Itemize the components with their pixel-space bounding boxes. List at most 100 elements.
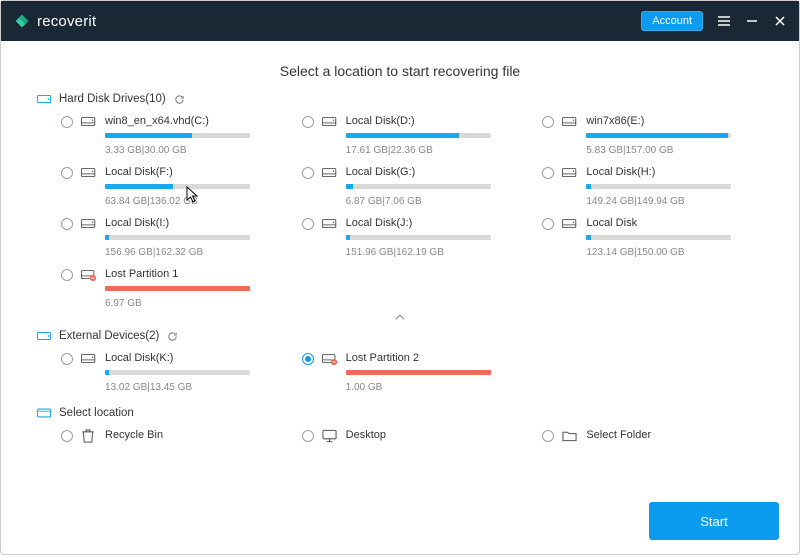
usage-bar (346, 370, 491, 375)
drive-item[interactable]: Local Disk(K:) 13.02 GB|13.45 GB (61, 352, 282, 393)
drive-item[interactable]: Local Disk(I:) 156.96 GB|162.32 GB (61, 217, 282, 258)
drive-radio[interactable] (61, 353, 73, 365)
drive-radio[interactable] (61, 218, 73, 230)
usage-bar (586, 133, 731, 138)
drive-item[interactable]: Local Disk(J:) 151.96 GB|162.19 GB (302, 217, 523, 258)
disk-icon (81, 166, 97, 180)
location-radio[interactable] (542, 430, 554, 442)
location-item[interactable]: Select Folder (542, 429, 763, 447)
disk-icon (81, 115, 97, 129)
app-logo: recoverit (13, 12, 96, 30)
drive-item[interactable]: Local Disk(D:) 17.61 GB|22.36 GB (302, 115, 523, 156)
drive-stats: 6.87 GB|7.06 GB (346, 196, 523, 207)
drive-name: Local Disk(J:) (346, 217, 523, 229)
drive-item[interactable]: win7x86(E:) 5.83 GB|157.00 GB (542, 115, 763, 156)
location-name: Select Folder (586, 429, 763, 441)
drive-name: Local Disk(D:) (346, 115, 523, 127)
disk-icon (322, 115, 338, 129)
usage-bar (586, 184, 731, 189)
drive-name: Local Disk(G:) (346, 166, 523, 178)
location-radio[interactable] (302, 430, 314, 442)
section-ext-title: External Devices(2) (59, 330, 159, 342)
drive-name: Lost Partition 1 (105, 268, 282, 280)
drive-radio[interactable] (542, 116, 554, 128)
drive-radio[interactable] (302, 353, 314, 365)
disk-icon (81, 268, 97, 282)
drive-stats: 63.84 GB|136.02 GB (105, 196, 282, 207)
hdd-grid: win8_en_x64.vhd(C:) 3.33 GB|30.00 GB Loc… (37, 115, 763, 309)
location-item[interactable]: Recycle Bin (61, 429, 282, 447)
usage-bar (586, 235, 731, 240)
drive-radio[interactable] (302, 167, 314, 179)
drive-item[interactable]: Lost Partition 2 1.00 GB (302, 352, 523, 393)
usage-bar (346, 235, 491, 240)
disk-icon (562, 166, 578, 180)
ext-grid: Local Disk(K:) 13.02 GB|13.45 GB Lost Pa… (37, 352, 763, 393)
location-icon (562, 429, 578, 443)
drive-name: Local Disk(K:) (105, 352, 282, 364)
drive-stats: 123.14 GB|150.00 GB (586, 247, 763, 258)
drive-item[interactable]: Local Disk(G:) 6.87 GB|7.06 GB (302, 166, 523, 207)
usage-bar (346, 133, 491, 138)
section-loc-header: Select location (37, 407, 763, 419)
drive-item[interactable]: Lost Partition 1 6.97 GB (61, 268, 282, 309)
minimize-icon[interactable] (745, 14, 759, 28)
disk-icon (322, 352, 338, 366)
titlebar: recoverit Account (1, 1, 799, 41)
drive-name: Local Disk (586, 217, 763, 229)
disk-icon (81, 352, 97, 366)
location-radio[interactable] (61, 430, 73, 442)
drive-name: Local Disk(H:) (586, 166, 763, 178)
content-area: Hard Disk Drives(10) win8_en_x64.vhd(C:)… (1, 93, 799, 498)
page-title: Select a location to start recovering fi… (1, 41, 799, 93)
usage-bar (105, 133, 250, 138)
drive-name: Local Disk(F:) (105, 166, 282, 178)
collapse-toggle[interactable] (37, 313, 763, 324)
drive-item[interactable]: Local Disk(F:) 63.84 GB|136.02 GB (61, 166, 282, 207)
drive-radio[interactable] (542, 218, 554, 230)
drive-name: Lost Partition 2 (346, 352, 523, 364)
drive-name: Local Disk(I:) (105, 217, 282, 229)
drive-item[interactable]: Local Disk 123.14 GB|150.00 GB (542, 217, 763, 258)
refresh-icon[interactable] (167, 331, 178, 342)
disk-icon (562, 217, 578, 231)
drive-radio[interactable] (302, 116, 314, 128)
usage-bar (105, 184, 250, 189)
usage-bar (105, 370, 250, 375)
close-icon[interactable] (773, 14, 787, 28)
drive-item[interactable]: Local Disk(H:) 149.24 GB|149.94 GB (542, 166, 763, 207)
location-icon (81, 429, 97, 443)
location-name: Recycle Bin (105, 429, 282, 441)
drive-radio[interactable] (302, 218, 314, 230)
drive-stats: 3.33 GB|30.00 GB (105, 145, 282, 156)
menu-icon[interactable] (717, 14, 731, 28)
drive-item[interactable]: win8_en_x64.vhd(C:) 3.33 GB|30.00 GB (61, 115, 282, 156)
location-name: Desktop (346, 429, 523, 441)
location-item[interactable]: Desktop (302, 429, 523, 447)
drive-stats: 6.97 GB (105, 298, 282, 309)
drive-stats: 156.96 GB|162.32 GB (105, 247, 282, 258)
external-section-icon (37, 330, 51, 342)
section-ext-header: External Devices(2) (37, 330, 763, 342)
account-button[interactable]: Account (641, 11, 703, 31)
drive-stats: 1.00 GB (346, 382, 523, 393)
drive-radio[interactable] (61, 269, 73, 281)
drive-name: win8_en_x64.vhd(C:) (105, 115, 282, 127)
section-hdd-title: Hard Disk Drives(10) (59, 93, 166, 105)
drive-stats: 5.83 GB|157.00 GB (586, 145, 763, 156)
drive-radio[interactable] (61, 167, 73, 179)
drive-radio[interactable] (61, 116, 73, 128)
logo-icon (13, 12, 31, 30)
hdd-section-icon (37, 93, 51, 105)
drive-stats: 17.61 GB|22.36 GB (346, 145, 523, 156)
drive-stats: 151.96 GB|162.19 GB (346, 247, 523, 258)
section-hdd-header: Hard Disk Drives(10) (37, 93, 763, 105)
start-button[interactable]: Start (649, 502, 779, 540)
app-name: recoverit (37, 13, 96, 30)
refresh-icon[interactable] (174, 94, 185, 105)
usage-bar (105, 235, 250, 240)
drive-radio[interactable] (542, 167, 554, 179)
disk-icon (81, 217, 97, 231)
drive-name: win7x86(E:) (586, 115, 763, 127)
drive-stats: 149.24 GB|149.94 GB (586, 196, 763, 207)
